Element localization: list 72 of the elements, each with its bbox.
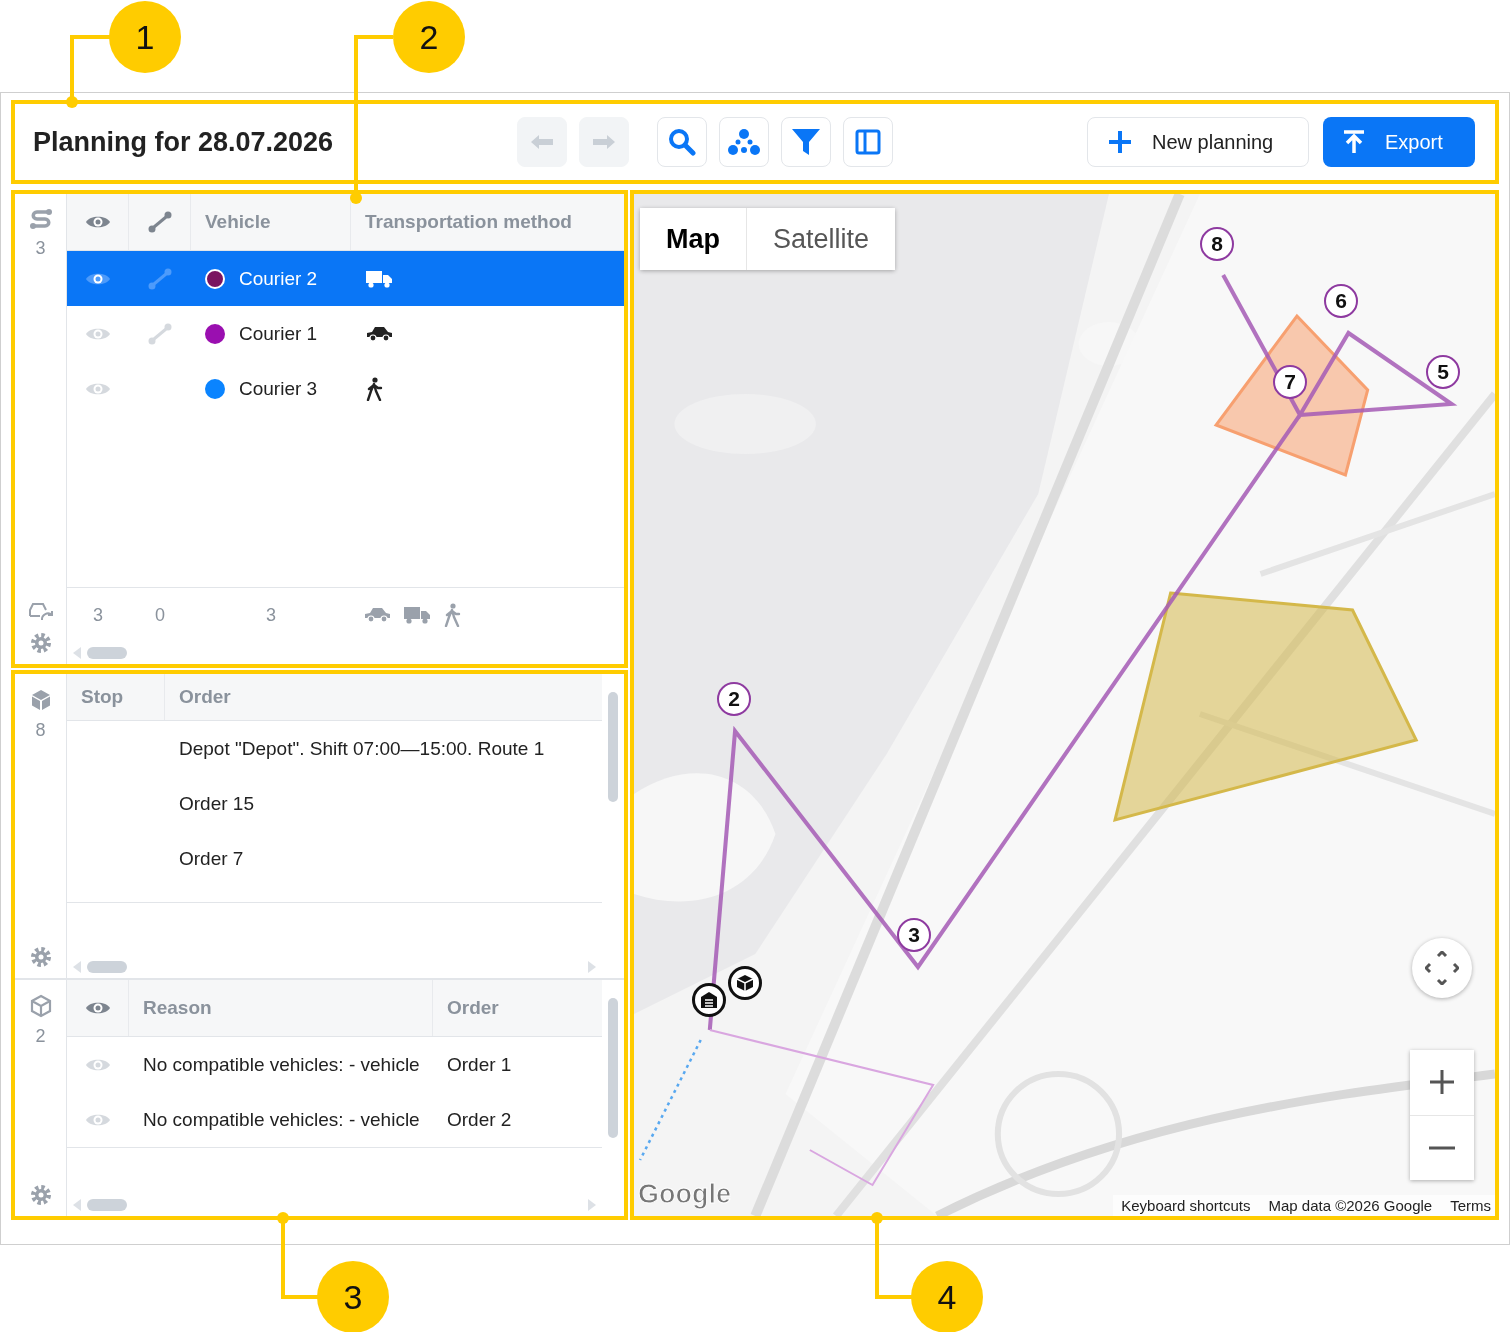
filter-icon [791,127,821,157]
search-button[interactable] [657,117,707,167]
walker-icon [443,603,461,627]
reason-cell-text: No compatible vehicles: - vehicle [142,1108,421,1131]
minus-icon [1429,1145,1455,1150]
route-line[interactable] [638,1039,702,1161]
cluster-icon [727,128,761,156]
plus-icon [1108,130,1132,154]
callout-number: 3 [317,1261,389,1332]
settings-icon[interactable] [29,1184,52,1206]
visibility-icon[interactable] [84,214,111,230]
total-count: 3 [92,604,104,626]
scrollbar-thumb[interactable] [87,961,127,973]
zone-area[interactable] [1112,591,1419,823]
order-cell-text: Order 1 [446,1053,513,1076]
vehicle-name: Courier 1 [239,322,318,345]
vehicle-count: 3 [35,238,46,259]
order-cell-text: Order 2 [446,1108,513,1131]
search-icon [668,128,696,156]
reason-cell-text: No compatible vehicles: - vehicle [142,1053,421,1076]
cluster-button[interactable] [719,117,769,167]
car-icon [365,324,393,343]
settings-icon[interactable] [29,946,52,968]
scrollbar-thumb[interactable] [87,1199,127,1211]
visibility-icon[interactable] [84,1000,111,1016]
plus-icon [1429,1069,1455,1096]
scrollbar-thumb[interactable] [87,647,127,659]
scrollbar-thumb[interactable] [608,692,618,802]
stop-count: 8 [35,720,46,741]
route-icon[interactable] [146,210,173,234]
vehicle-row[interactable]: Courier 1 [67,306,624,361]
cube-icon[interactable] [28,994,53,1018]
new-planning-button[interactable]: New planning [1087,117,1309,167]
upload-icon [1343,130,1365,154]
move-icon [1425,951,1459,985]
route-icon[interactable] [147,321,173,346]
total-count: 3 [265,604,277,626]
scrollbar-thumb[interactable] [608,998,618,1138]
attribution-link[interactable]: Terms [1450,1197,1491,1214]
route-icon[interactable] [147,266,173,291]
order-cell-text: Order 7 [178,847,245,870]
attribution-link[interactable]: Map data ©2026 Google [1268,1197,1433,1214]
zoom-in-button[interactable] [1410,1050,1474,1115]
attribution-link[interactable]: Keyboard shortcuts [1121,1197,1251,1214]
vehicle-row[interactable]: Courier 3 [67,361,624,416]
total-count: 0 [154,604,166,626]
scroll-right-arrow[interactable] [588,1199,596,1211]
vehicle-row[interactable]: Courier 2 [67,251,624,306]
vehicle-name: Courier 3 [239,377,318,400]
unassigned-count: 2 [35,1026,46,1047]
map-type-tab[interactable]: Satellite [746,208,896,270]
vehicle-name: Courier 2 [239,267,318,290]
settings-icon[interactable] [29,632,52,654]
filter-button[interactable] [781,117,831,167]
order-cell-text: Order 15 [178,792,255,815]
callout-number: 2 [393,1,465,73]
page-title: Planning for 28.07.2026 [33,126,335,158]
map-type-tab[interactable]: Map [640,208,746,270]
routes-icon[interactable] [28,208,53,230]
back-arrow-icon [530,133,554,151]
truck-icon [365,268,393,289]
panel-button[interactable] [843,117,893,167]
export-button[interactable]: Export [1323,117,1475,167]
order-cell-text: Depot "Depot". Shift 07:00—15:00. Route 1 [178,737,546,760]
forward-arrow-icon [592,133,616,151]
car-icon [363,606,391,624]
callout-number: 4 [911,1261,983,1332]
truck-icon [403,605,431,625]
callout-number: 1 [109,1,181,73]
panel-icon [855,129,881,155]
walker-icon [365,376,383,401]
zone-area[interactable] [1213,313,1370,477]
